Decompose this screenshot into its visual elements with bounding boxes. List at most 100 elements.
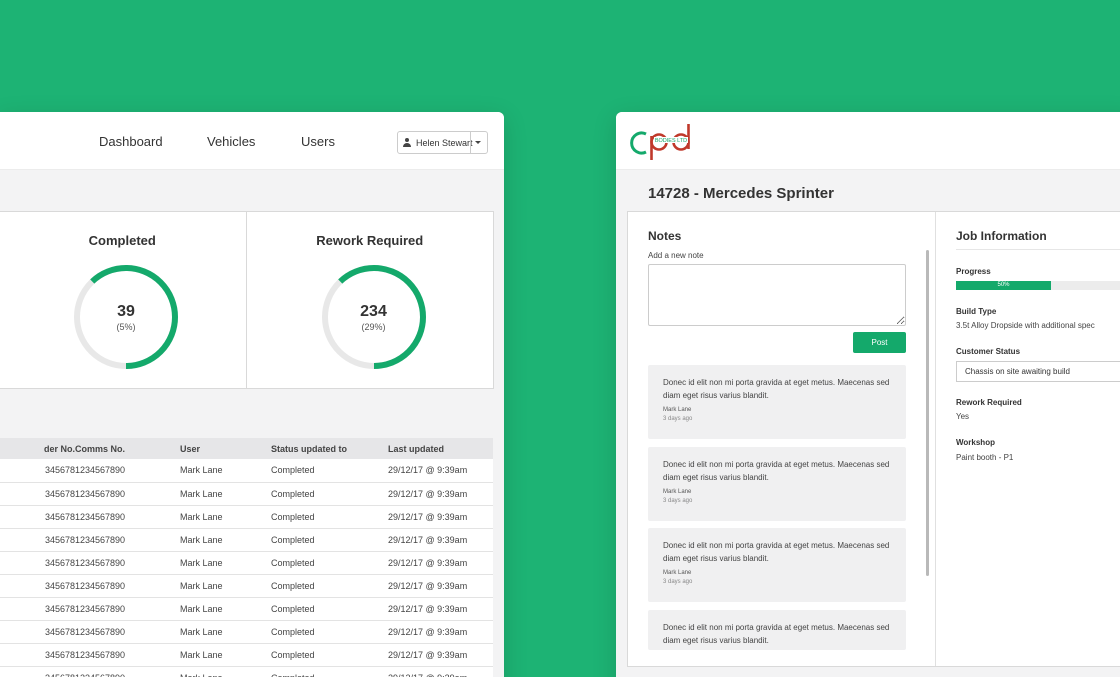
cell-comms-no: 1234567890	[75, 626, 126, 637]
note-text: Donec id elit non mi porta gravida at eg…	[663, 623, 890, 645]
cell-user: Mark Lane	[180, 511, 223, 522]
stat-percent: (5%)	[116, 322, 136, 332]
table-row[interactable]: 3456781234567890Mark LaneCompleted29/12/…	[0, 528, 493, 551]
cell-order-no: 345678	[44, 626, 75, 637]
progress-fill: 50%	[956, 281, 1051, 290]
table-row[interactable]: 3456781234567890Mark LaneCompleted29/12/…	[0, 597, 493, 620]
note-text: Donec id elit non mi porta gravida at eg…	[663, 378, 890, 400]
cell-comms-no: 1234567890	[75, 557, 126, 568]
cell-last-updated: 29/12/17 @ 9:39am	[388, 557, 468, 568]
cell-order-no: 345678	[44, 603, 75, 614]
cell-comms-no: 1234567890	[75, 511, 126, 522]
cpd-logo[interactable]: BODIES LTD	[630, 122, 700, 162]
user-name: Helen Stewart	[416, 137, 473, 148]
user-icon	[403, 138, 411, 147]
cell-last-updated: 29/12/17 @ 9:39am	[388, 666, 493, 677]
cell-comms-no: 1234567890	[75, 465, 126, 476]
cell-user: Mark Lane	[180, 488, 223, 499]
notes-scrollbar[interactable]	[926, 250, 929, 576]
job-header-bar: BODIES LTD	[616, 112, 1120, 170]
cell-status: Completed	[271, 603, 315, 614]
user-menu-button[interactable]: Helen Stewart	[397, 131, 488, 154]
build-type-value: 3.5t Alloy Dropside with additional spec	[956, 321, 1095, 330]
note-text: Donec id elit non mi porta gravida at eg…	[663, 460, 890, 482]
job-information-section: Job Information Progress 50% Build Type …	[936, 212, 1120, 666]
cell-comms-no: 1234567890	[75, 534, 126, 545]
note-item: Donec id elit non mi porta gravida at eg…	[648, 447, 906, 521]
add-note-label: Add a new note	[648, 251, 704, 260]
col-last-updated: Last updated	[388, 443, 445, 454]
note-text: Donec id elit non mi porta gravida at eg…	[663, 541, 890, 563]
cell-status: Completed	[271, 488, 315, 499]
job-window: BODIES LTD 14728 - Mercedes Sprinter Not…	[616, 112, 1120, 677]
cell-status: Completed	[271, 465, 315, 476]
progress-bar: 50%	[956, 281, 1120, 290]
stat-count: 39	[117, 303, 135, 320]
cell-status: Completed	[271, 557, 315, 568]
cell-user: Mark Lane	[180, 465, 223, 476]
customer-status-select[interactable]: Chassis on site awaiting build	[956, 361, 1120, 382]
cell-order-no: 345678	[44, 465, 75, 476]
notes-section: Notes Add a new note Post Donec id elit …	[628, 212, 936, 666]
customer-status-label: Customer Status	[956, 347, 1021, 356]
nav-dashboard[interactable]: Dashboard	[99, 134, 163, 149]
cell-order-no: 345678	[44, 580, 75, 591]
table-header-row: der No. Comms No. User Status updated to…	[0, 438, 493, 459]
cell-status: Completed	[271, 511, 315, 522]
activity-table: der No. Comms No. User Status updated to…	[0, 438, 493, 677]
table-row[interactable]: 3456781234567890Mark LaneCompleted29/12/…	[0, 505, 493, 528]
cell-user: Mark Lane	[180, 649, 223, 660]
job-panel: Notes Add a new note Post Donec id elit …	[627, 211, 1120, 667]
table-row[interactable]: 3456781234567890Mark LaneCompleted29/12/…	[0, 574, 493, 597]
job-info-heading: Job Information	[956, 229, 1047, 243]
note-item: Donec id elit non mi porta gravida at eg…	[648, 610, 906, 650]
rework-label: Rework Required	[956, 398, 1022, 407]
note-item: Donec id elit non mi porta gravida at eg…	[648, 365, 906, 439]
logo-tagline: BODIES LTD	[655, 138, 687, 144]
cell-last-updated: 29/12/17 @ 9:39am	[388, 626, 468, 637]
notes-heading: Notes	[648, 229, 682, 243]
workshop-value: Paint booth - P1	[956, 453, 1014, 462]
note-input[interactable]	[648, 264, 906, 326]
workshop-label: Workshop	[956, 438, 995, 447]
cell-comms-no: 1234567890	[75, 488, 126, 499]
post-button[interactable]: Post	[853, 332, 906, 353]
nav-users[interactable]: Users	[301, 134, 335, 149]
cell-comms-no: 1234567890	[75, 580, 126, 591]
cell-order-no: 345678	[44, 488, 75, 499]
divider	[956, 249, 1120, 250]
cell-user: Mark Lane	[180, 534, 223, 545]
stat-title: Rework Required	[316, 233, 424, 248]
table-row[interactable]: 3456781234567890 Mark Lane Completed 29/12/…	[0, 459, 493, 482]
build-type-label: Build Type	[956, 307, 997, 316]
dashboard-window: Dashboard Vehicles Users Helen Stewart C…	[0, 112, 504, 677]
cell-last-updated: 29/12/17 @ 9:39am	[388, 580, 468, 591]
cell-user: Mark Lane	[180, 580, 223, 591]
col-comms-no: Comms No.	[75, 443, 126, 454]
table-row[interactable]: 3456781234567890Mark LaneCompleted29/12/…	[0, 620, 493, 643]
cell-user: Mark Lane	[180, 626, 223, 637]
cell-user: Mark Lane	[180, 666, 271, 677]
user-menu-toggle[interactable]	[470, 132, 487, 153]
table-row[interactable]: 3456781234567890Mark LaneCompleted29/12/…	[0, 666, 493, 677]
col-user: User	[180, 443, 201, 454]
nav-vehicles[interactable]: Vehicles	[207, 134, 255, 149]
cell-status: Completed	[271, 534, 315, 545]
cell-comms-no: 1234567890	[75, 666, 180, 677]
table-row[interactable]: 3456781234567890Mark LaneCompleted29/12/…	[0, 551, 493, 574]
page-title: 14728 - Mercedes Sprinter	[648, 185, 834, 202]
col-order-no: der No.	[43, 443, 75, 454]
rework-value: Yes	[956, 412, 970, 421]
note-author: Mark Lane	[663, 407, 692, 413]
note-time: 3 days ago	[663, 579, 693, 585]
cell-last-updated: 29/12/17 @ 9:39am	[388, 465, 468, 476]
table-row[interactable]: 3456781234567890Mark LaneCompleted29/12/…	[0, 643, 493, 666]
note-author: Mark Lane	[663, 570, 692, 576]
cell-order-no: 345678	[0, 666, 75, 677]
table-row[interactable]: 3456781234567890Mark LaneCompleted29/12/…	[0, 482, 493, 505]
cell-last-updated: 29/12/17 @ 9:39am	[388, 534, 468, 545]
cell-user: Mark Lane	[180, 603, 223, 614]
cell-status: Completed	[271, 666, 388, 677]
stat-completed: Completed 39 (5%)	[0, 212, 246, 388]
stat-percent: (29%)	[361, 322, 386, 332]
